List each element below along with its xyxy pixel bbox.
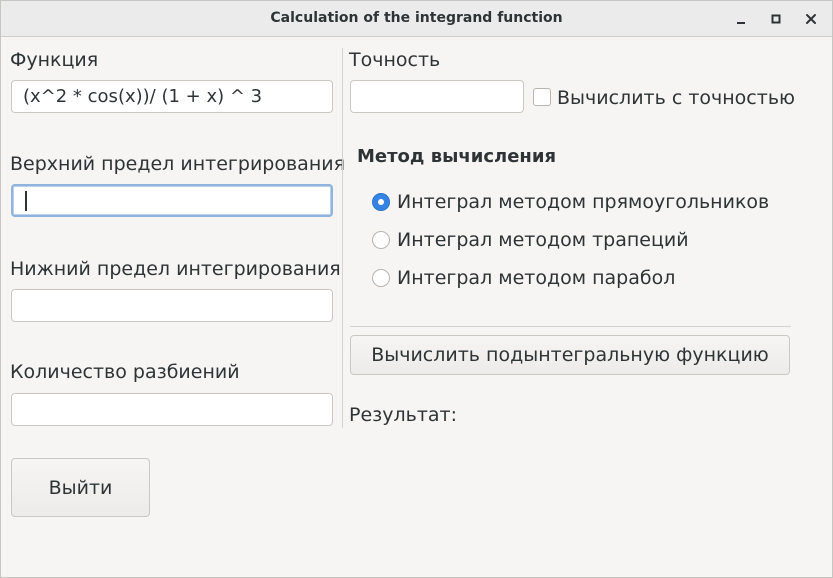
maximize-button[interactable] (764, 7, 788, 31)
precision-input[interactable] (350, 80, 524, 113)
function-label: Функция (10, 49, 99, 71)
vertical-separator (342, 48, 343, 428)
method-heading: Метод вычисления (357, 146, 557, 167)
exit-button-label: Выйти (48, 476, 113, 499)
minimize-button[interactable] (729, 7, 753, 31)
window-title: Calculation of the integrand function (270, 10, 563, 26)
precision-checkbox-label[interactable]: Вычислить с точностью (557, 87, 795, 109)
upper-limit-label: Верхний предел интегрирования (10, 153, 346, 175)
method-label-rectangles[interactable]: Интеграл методом прямоугольников (397, 191, 769, 213)
close-button[interactable] (799, 7, 823, 31)
compute-button[interactable]: Вычислить подынтегральную функцию (350, 335, 790, 375)
exit-button[interactable]: Выйти (11, 458, 150, 517)
close-icon (806, 14, 816, 24)
title-bar[interactable]: Calculation of the integrand function (1, 1, 832, 37)
precision-label: Точность (349, 49, 441, 71)
method-radio-rectangles[interactable] (372, 193, 390, 211)
compute-button-label: Вычислить подынтегральную функцию (371, 344, 769, 366)
lower-limit-label: Нижний предел интегрирования (10, 258, 341, 280)
lower-limit-input[interactable] (11, 289, 333, 322)
app-window: Calculation of the integrand function Фу… (0, 0, 833, 578)
minimize-icon (737, 22, 745, 24)
method-radio-parabolas[interactable] (372, 269, 390, 287)
text-cursor (25, 191, 27, 211)
method-label-parabolas[interactable]: Интеграл методом парабол (397, 267, 675, 289)
method-radio-trapezoids[interactable] (372, 231, 390, 249)
partitions-label: Количество разбиений (10, 361, 240, 383)
precision-checkbox[interactable] (533, 88, 551, 106)
upper-limit-input[interactable] (11, 184, 333, 217)
method-label-trapezoids[interactable]: Интеграл методом трапеций (397, 229, 689, 251)
partitions-input[interactable] (11, 393, 333, 426)
result-label: Результат: (349, 404, 458, 426)
maximize-icon (771, 14, 781, 24)
function-input[interactable] (11, 80, 333, 113)
horizontal-separator (350, 326, 791, 327)
